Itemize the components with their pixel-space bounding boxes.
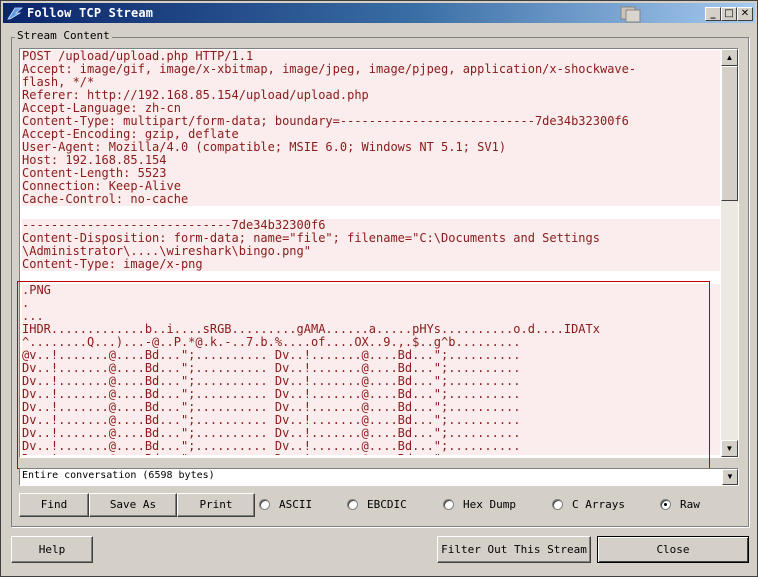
vertical-scrollbar[interactable]: ▲ ▼ (721, 49, 738, 457)
minimize-button[interactable]: _ (705, 7, 721, 21)
stream-text[interactable]: POST /upload/upload.php HTTP/1.1 Accept: … (22, 50, 720, 455)
radio-circle-icon[interactable] (552, 499, 563, 510)
radio-label: EBCDIC (367, 498, 407, 511)
scroll-thumb[interactable] (721, 66, 738, 201)
conversation-select[interactable]: Entire conversation (6598 bytes) ▼ (19, 468, 739, 486)
radio-circle-icon[interactable] (443, 499, 454, 510)
follow-tcp-stream-window: Follow TCP Stream _ □ ✕ Stream Content P… (0, 0, 758, 577)
scroll-up-arrow-icon[interactable]: ▲ (721, 49, 738, 66)
save-as-button[interactable]: Save As (89, 493, 177, 517)
radio-label: ASCII (279, 498, 313, 511)
stream-line: Cache-Control: no-cache (22, 193, 720, 206)
radio-label: Hex Dump (463, 498, 516, 511)
stacked-windows-icon (620, 6, 641, 23)
chevron-down-icon[interactable]: ▼ (722, 469, 738, 485)
stream-line: .PNG (22, 284, 720, 297)
find-button[interactable]: Find (19, 493, 89, 517)
radio-label: Raw (680, 498, 700, 511)
radio-label: C Arrays (572, 498, 625, 511)
stream-line: . (22, 297, 720, 310)
stream-line: Accept: image/gif, image/x-xbitmap, imag… (22, 63, 720, 76)
wireshark-fin-icon (7, 7, 23, 20)
help-button[interactable]: Help (11, 536, 93, 563)
conversation-select-value: Entire conversation (6598 bytes) (22, 470, 215, 481)
window-title: Follow TCP Stream (27, 6, 154, 20)
radio-circle-icon[interactable] (660, 499, 671, 510)
stream-line (22, 271, 720, 284)
title-bar[interactable]: Follow TCP Stream _ □ ✕ (3, 3, 755, 23)
stream-line: Content-Type: image/x-png (22, 258, 720, 271)
radio-circle-icon[interactable] (259, 499, 270, 510)
radio-circle-icon[interactable] (347, 499, 358, 510)
stream-line: Dv..!.......@....Bd...";.......... Dv..!… (22, 453, 720, 455)
scroll-down-arrow-icon[interactable]: ▼ (721, 440, 738, 457)
close-button[interactable]: Close (597, 536, 749, 563)
print-button[interactable]: Print (177, 493, 255, 517)
close-window-button[interactable]: ✕ (737, 7, 753, 21)
maximize-button[interactable]: □ (721, 7, 737, 21)
radio-selected-dot-icon (664, 503, 667, 506)
stream-content-label: Stream Content (15, 29, 112, 42)
filter-out-stream-button[interactable]: Filter Out This Stream (437, 536, 591, 563)
stream-content-textarea[interactable]: POST /upload/upload.php HTTP/1.1 Accept: … (19, 48, 739, 458)
